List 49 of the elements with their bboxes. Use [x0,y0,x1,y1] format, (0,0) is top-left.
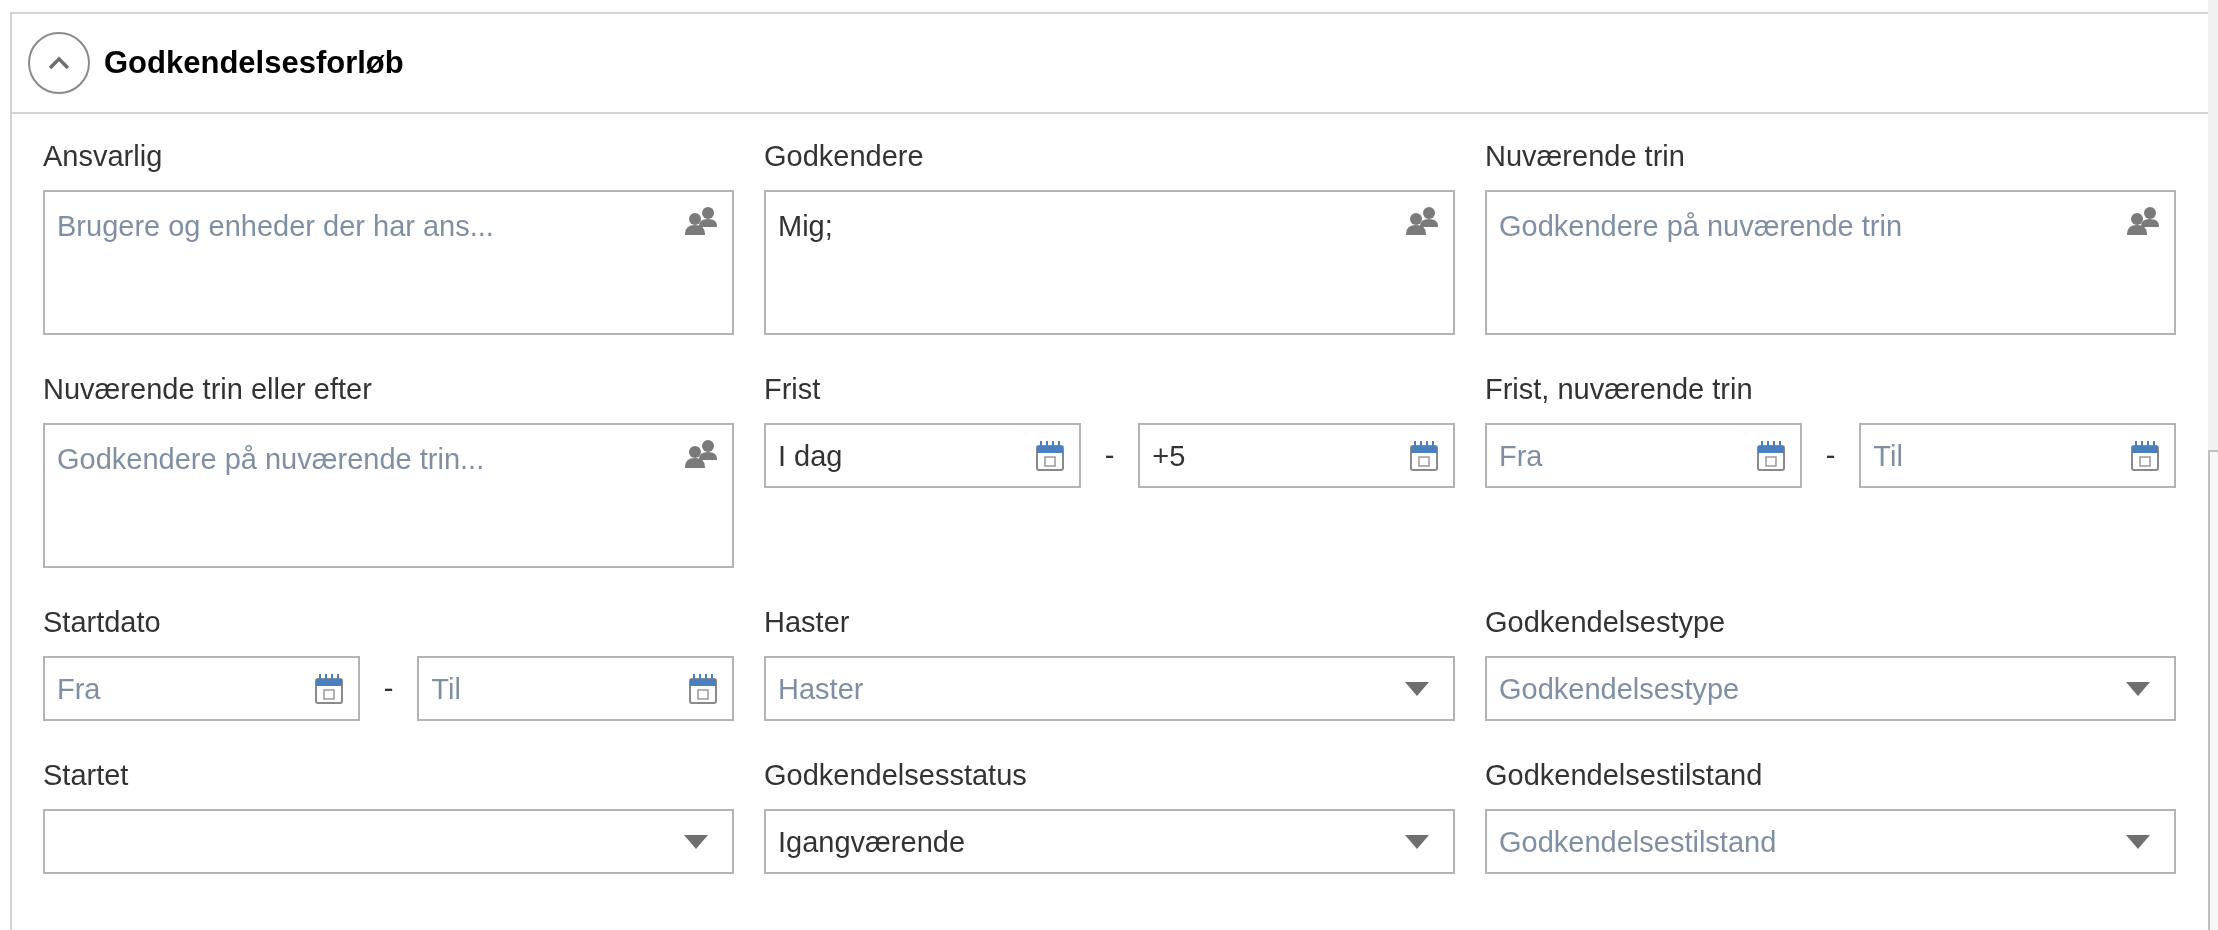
scrollbar[interactable] [2208,0,2218,930]
field-label: Ansvarlig [43,139,164,174]
date-field[interactable]: +5 [1138,423,1455,488]
calendar-icon[interactable] [1409,439,1439,472]
section-title: Godkendelsesforløb [104,43,404,82]
field-label: Nuværende trin [1485,139,1686,174]
field-label: Haster [764,605,851,640]
people-icon[interactable] [684,206,718,236]
date-field[interactable]: Til [417,656,734,721]
dropdown-field[interactable]: Godkendelsestilstand [1485,809,2176,874]
range-separator: - [1825,437,1836,473]
field-label: Startdato [43,605,162,640]
date-field[interactable]: Fra [43,656,360,721]
date-field[interactable]: I dag [764,423,1081,488]
people-field[interactable]: Mig; [764,190,1455,335]
range-separator: - [1104,437,1115,473]
field-label: Startet [43,758,130,793]
caret-icon[interactable] [1405,681,1429,696]
field-label: Godkendelsestype [1485,605,1727,640]
people-field[interactable]: Godkendere på nuværende trin [1485,190,2176,335]
date-field[interactable]: Til [1859,423,2176,488]
calendar-icon[interactable] [1034,439,1065,472]
field-label: Frist [764,372,822,407]
calendar-icon[interactable] [2130,439,2160,472]
calendar-icon[interactable] [1755,439,1786,472]
calendar-icon[interactable] [688,672,718,705]
caret-icon[interactable] [684,834,708,849]
field-label: Nuværende trin eller efter [43,372,373,407]
dropdown-field[interactable]: Igangværende [764,809,1455,874]
calendar-icon[interactable] [313,672,344,705]
field-label: Frist, nuværende trin [1485,372,1754,407]
people-icon[interactable] [2126,206,2160,236]
scrollbar-thumb[interactable] [2208,450,2218,930]
people-icon[interactable] [684,439,718,469]
people-icon[interactable] [1405,206,1439,236]
dropdown-field[interactable]: Godkendelsestype [1485,656,2176,721]
field-label: Godkendelsesstatus [764,758,1028,793]
field-label: Godkendelsestilstand [1485,758,1764,793]
caret-icon[interactable] [1405,834,1429,849]
date-field[interactable]: Fra [1485,423,1802,488]
range-separator: - [383,670,394,706]
dropdown-field[interactable]: Haster [764,656,1455,721]
collapse-button[interactable] [28,32,90,94]
dropdown-field[interactable] [43,809,734,874]
people-field[interactable]: Brugere og enheder der har ans... [43,190,734,335]
people-field[interactable]: Godkendere på nuværende trin... [43,423,734,568]
caret-icon[interactable] [2126,834,2150,849]
field-label: Godkendere [764,139,925,174]
caret-icon[interactable] [2126,681,2150,696]
